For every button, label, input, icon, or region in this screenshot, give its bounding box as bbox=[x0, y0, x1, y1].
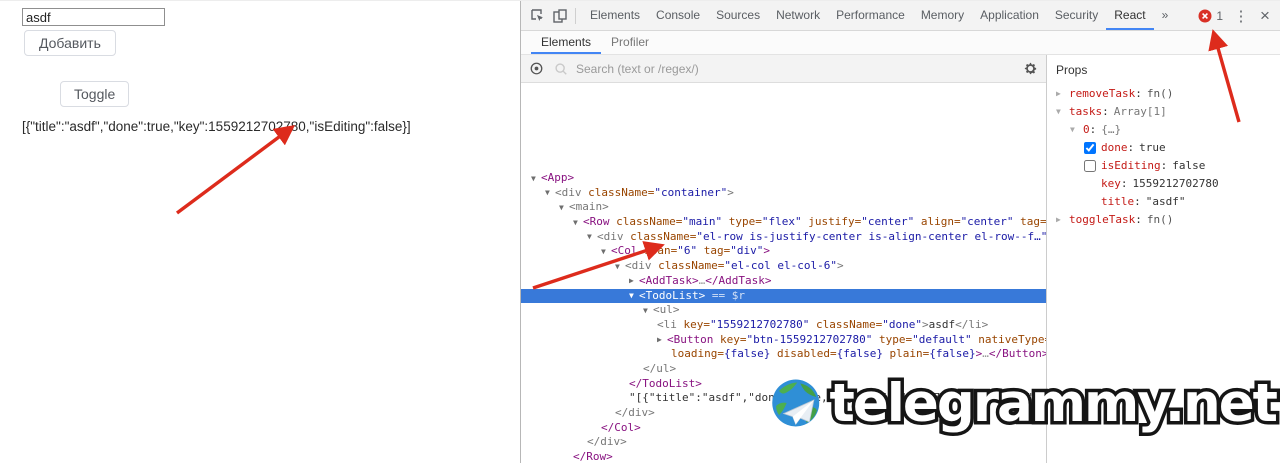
tree-row[interactable]: ▶ <Button key="btn-1559212702780" type="d… bbox=[521, 333, 1046, 348]
subtab-profiler[interactable]: Profiler bbox=[601, 31, 659, 54]
props-pane-title: Props bbox=[1056, 63, 1088, 77]
tab-console[interactable]: Console bbox=[648, 1, 708, 30]
subtab-elements[interactable]: Elements bbox=[531, 31, 602, 54]
react-search-bar bbox=[521, 55, 1046, 83]
prop-name: removeTask bbox=[1069, 87, 1136, 100]
prop-row-isEditing: isEditing: false bbox=[1056, 157, 1280, 175]
chevron-down-icon[interactable]: ▼ bbox=[1056, 103, 1069, 121]
error-count: 1 bbox=[1216, 8, 1223, 23]
chevron-right-icon[interactable]: ▶ bbox=[1056, 211, 1069, 229]
gear-icon[interactable] bbox=[1023, 61, 1038, 76]
error-icon bbox=[1198, 9, 1212, 22]
chevron-down-icon[interactable]: ▼ bbox=[1070, 121, 1083, 139]
tree-row[interactable]: ▼ <Col span="6" tag="div"> bbox=[521, 244, 1046, 259]
chevron-down-icon[interactable]: ▼ bbox=[587, 230, 597, 245]
chevron-down-icon[interactable]: ▼ bbox=[531, 172, 541, 187]
react-devtools-subtabs: Elements Profiler bbox=[521, 31, 1280, 55]
prop-value: false bbox=[1172, 159, 1206, 172]
search-input[interactable] bbox=[576, 61, 1023, 76]
prop-value: fn() bbox=[1146, 213, 1174, 226]
error-badge[interactable]: 1 bbox=[1194, 9, 1227, 23]
chevron-down-icon[interactable]: ▼ bbox=[573, 216, 583, 231]
tab-performance[interactable]: Performance bbox=[828, 1, 913, 30]
react-component-tree: ▼ <App> ▼ <div className="container"> ▼ <main… bbox=[521, 165, 1046, 463]
add-task-button[interactable]: Добавить bbox=[24, 30, 116, 56]
chevron-down-icon[interactable]: ▼ bbox=[601, 245, 611, 260]
tree-row[interactable]: </div> bbox=[521, 435, 1046, 450]
tree-row[interactable]: ▼ <div className="container"> bbox=[521, 186, 1046, 201]
prop-name: title bbox=[1101, 195, 1135, 208]
devtools-toolbar: Elements Console Sources Network Performance… bbox=[521, 1, 1280, 31]
kebab-menu-icon[interactable]: ⋮ bbox=[1231, 7, 1251, 25]
tab-application[interactable]: Application bbox=[972, 1, 1047, 30]
prop-row-0: ▼ 0: {…} bbox=[1056, 121, 1280, 139]
tab-react[interactable]: React bbox=[1106, 1, 1154, 30]
tab-memory[interactable]: Memory bbox=[913, 1, 972, 30]
prop-checkbox-done[interactable] bbox=[1084, 142, 1096, 154]
prop-name: key bbox=[1101, 177, 1121, 190]
chevron-right-icon[interactable]: ▶ bbox=[1056, 85, 1069, 103]
more-tabs-icon[interactable]: » bbox=[1154, 1, 1177, 30]
tree-row-selected[interactable]: ▼ <TodoList> == $r bbox=[521, 288, 1046, 304]
tree-row[interactable]: ▼ <div className="el-col el-col-6"> bbox=[521, 259, 1046, 274]
prop-row-done: done: true bbox=[1056, 139, 1280, 157]
devtools-tabs: Elements Console Sources Network Performance… bbox=[582, 1, 1154, 30]
tree-row[interactable]: </TodoList> bbox=[521, 377, 1046, 392]
prop-row-toggleTask: ▶ toggleTask: fn() bbox=[1056, 211, 1280, 229]
tree-row[interactable]: loading={false} disabled={false} plain={… bbox=[521, 347, 1046, 362]
prop-name: toggleTask bbox=[1069, 213, 1136, 226]
tab-sources[interactable]: Sources bbox=[708, 1, 768, 30]
screenshot-stage: Добавить Toggle [{"title":"asdf","done":… bbox=[0, 0, 1280, 463]
prop-name: tasks bbox=[1069, 105, 1103, 118]
prop-value: Array[1] bbox=[1113, 105, 1167, 118]
chevron-right-icon[interactable]: ▶ bbox=[657, 333, 667, 348]
tab-security[interactable]: Security bbox=[1047, 1, 1106, 30]
tree-row[interactable]: </ul> bbox=[521, 362, 1046, 377]
search-icon bbox=[555, 62, 567, 75]
prop-checkbox-isEditing[interactable] bbox=[1084, 160, 1096, 172]
prop-value: {…} bbox=[1101, 123, 1122, 136]
tree-row[interactable]: ▼ <Row className="main" type="flex" justi… bbox=[521, 215, 1046, 230]
prop-name: 0 bbox=[1083, 123, 1090, 136]
prop-name: isEditing bbox=[1101, 159, 1161, 172]
prop-row-tasks: ▼ tasks: Array[1] bbox=[1056, 103, 1280, 121]
prop-row-title: title: "asdf" bbox=[1056, 193, 1280, 211]
tree-row[interactable]: </Row> bbox=[521, 450, 1046, 463]
tab-elements[interactable]: Elements bbox=[582, 1, 648, 30]
prop-row-key: key:1559212702780 bbox=[1056, 175, 1280, 193]
tree-row[interactable]: <li key="1559212702780" className="done"… bbox=[521, 318, 1046, 333]
inspect-target-icon[interactable] bbox=[529, 61, 544, 76]
chevron-right-icon[interactable]: ▶ bbox=[629, 274, 639, 289]
close-devtools-icon[interactable]: × bbox=[1255, 6, 1275, 26]
tree-row[interactable]: ▼ <ul> bbox=[521, 303, 1046, 318]
prop-value: 1559212702780 bbox=[1132, 177, 1219, 190]
toggle-button[interactable]: Toggle bbox=[60, 81, 130, 107]
prop-value: true bbox=[1139, 141, 1166, 154]
tree-row[interactable]: "[{"title":"asdf","done":true,"key":1559… bbox=[521, 391, 1046, 406]
prop-value: fn() bbox=[1146, 87, 1174, 100]
chevron-down-icon[interactable]: ▼ bbox=[559, 201, 569, 216]
props-pane: Props ▶ removeTask: fn() ▼ tasks: Array[1] ▼ 0:… bbox=[1046, 55, 1280, 463]
tree-row[interactable]: </div> bbox=[521, 406, 1046, 421]
prop-name: done bbox=[1101, 141, 1128, 154]
tree-row[interactable]: ▶ <AddTask>…</AddTask> bbox=[521, 274, 1046, 289]
chevron-down-icon[interactable]: ▼ bbox=[545, 186, 555, 201]
device-toolbar-icon[interactable] bbox=[549, 6, 571, 26]
chevron-down-icon[interactable]: ▼ bbox=[615, 260, 625, 275]
tree-row[interactable]: ▼ <App> bbox=[521, 171, 1046, 186]
toolbar-separator bbox=[575, 7, 576, 24]
devtools-panel: Elements Console Sources Network Performance… bbox=[520, 1, 1280, 463]
tab-network[interactable]: Network bbox=[768, 1, 828, 30]
tree-row[interactable]: ▼ <main> bbox=[521, 200, 1046, 215]
todo-title-input[interactable] bbox=[22, 8, 165, 26]
chevron-down-icon[interactable]: ▼ bbox=[643, 304, 653, 319]
prop-row-removeTask: ▶ removeTask: fn() bbox=[1056, 85, 1280, 103]
inspect-element-icon[interactable] bbox=[527, 6, 549, 26]
tree-row[interactable]: </Col> bbox=[521, 421, 1046, 436]
chevron-down-icon[interactable]: ▼ bbox=[629, 289, 639, 304]
prop-value: "asdf" bbox=[1145, 195, 1186, 208]
tree-row[interactable]: ▼ <div className="el-row is-justify-cente… bbox=[521, 230, 1046, 245]
web-page: Добавить Toggle [{"title":"asdf","done":… bbox=[0, 1, 520, 463]
serialized-state-text: [{"title":"asdf","done":true,"key":15592… bbox=[22, 119, 411, 134]
